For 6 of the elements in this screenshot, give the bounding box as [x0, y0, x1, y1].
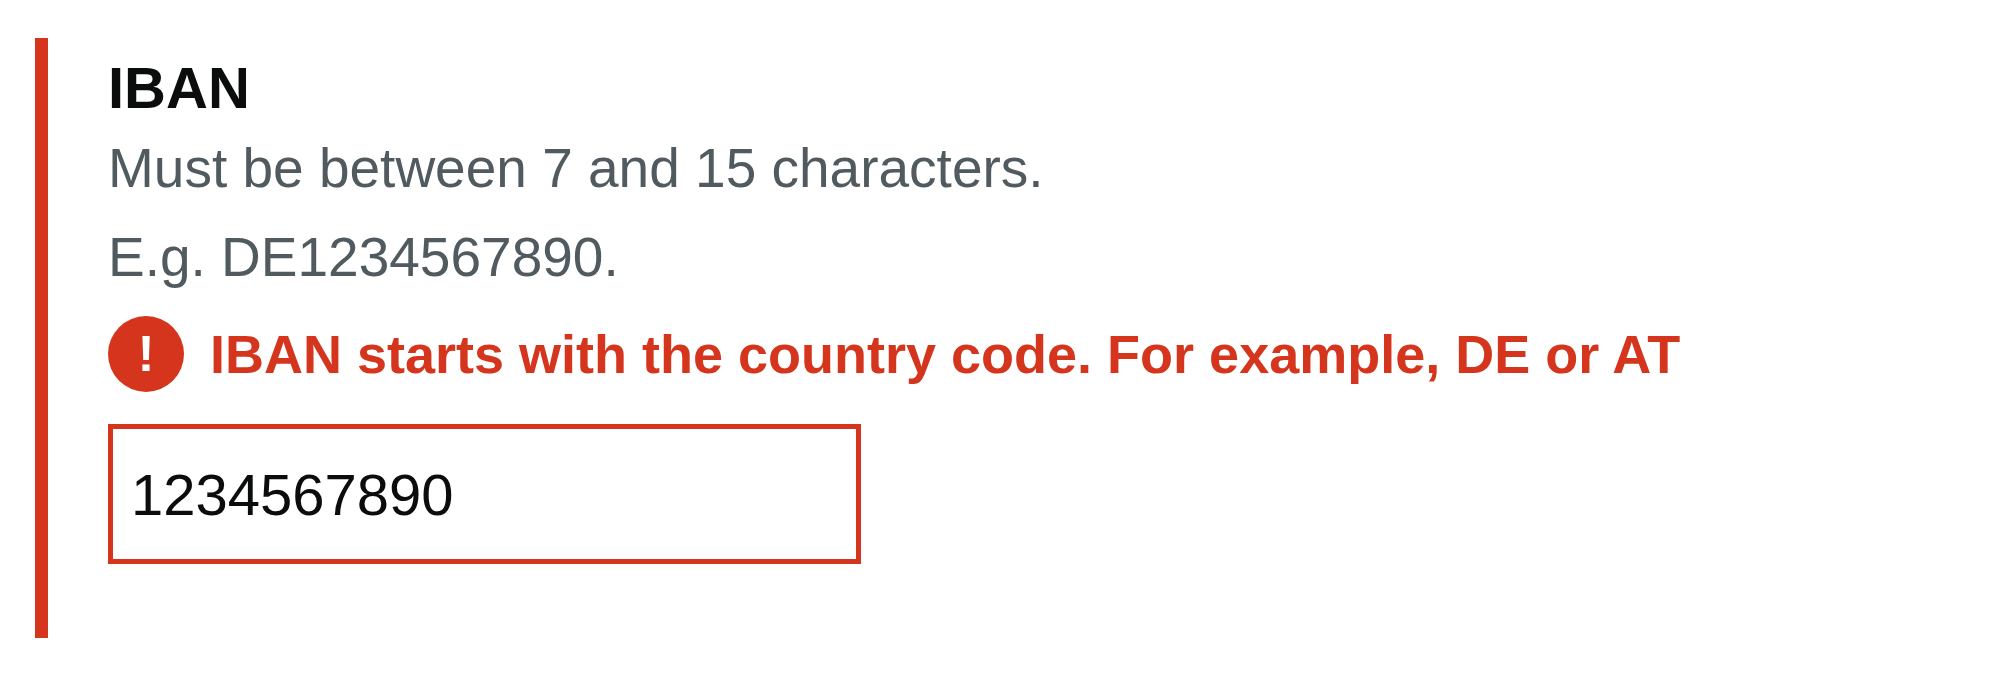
hint-text: Must be between 7 and 15 characters. — [108, 136, 1044, 201]
field-label: IBAN — [108, 54, 250, 122]
error-icon: ! — [108, 316, 184, 392]
error-message: IBAN starts with the country code. For example, DE or AT — [210, 323, 1681, 386]
iban-input-field[interactable]: 1234567890 — [108, 424, 861, 564]
hint-text: E.g. DE1234567890. — [108, 225, 619, 290]
